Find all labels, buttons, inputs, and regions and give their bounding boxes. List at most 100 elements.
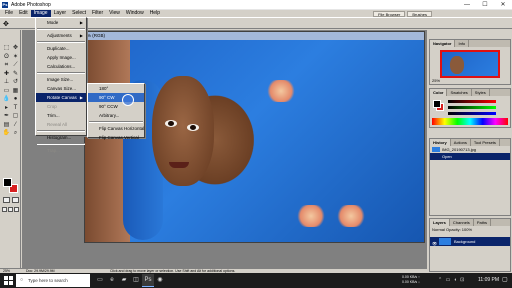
- menu-file[interactable]: File: [2, 10, 16, 17]
- system-tray-icons[interactable]: ⌃ ▭ ◖ ⊡: [438, 277, 465, 283]
- pen-tool-icon[interactable]: ✒: [2, 112, 11, 121]
- menu-item-label: Calculations...: [47, 64, 76, 69]
- document-title: % (RGB): [85, 32, 424, 40]
- layer-blend-opacity[interactable]: Normal Opacity: 100%: [430, 226, 510, 234]
- menu-select[interactable]: Select: [69, 10, 89, 17]
- eye-icon[interactable]: 👁: [432, 239, 437, 248]
- menu-item-label: 180°: [99, 86, 109, 91]
- eyedropper-tool-icon[interactable]: ⁄: [11, 121, 20, 130]
- tab-history[interactable]: History: [430, 139, 451, 146]
- tab-info[interactable]: Info: [455, 40, 470, 47]
- navigator-thumbnail[interactable]: [440, 50, 500, 78]
- tab-swatches[interactable]: Swatches: [447, 89, 472, 96]
- blur-tool-icon[interactable]: 💧: [2, 95, 11, 104]
- marquee-tool-icon[interactable]: ⬚: [2, 44, 11, 53]
- foreground-color-swatch[interactable]: [3, 178, 12, 187]
- store-icon[interactable]: ◫: [130, 274, 142, 287]
- tab-color[interactable]: Color: [430, 89, 448, 96]
- tab-styles[interactable]: Styles: [472, 89, 490, 96]
- menu-layer[interactable]: Layer: [51, 10, 70, 17]
- menu-item-mode[interactable]: Mode ▶: [36, 18, 86, 27]
- tab-layers[interactable]: Layers: [430, 219, 450, 226]
- red-slider[interactable]: [448, 100, 496, 103]
- maximize-button[interactable]: ☐: [476, 0, 494, 10]
- tab-actions[interactable]: Actions: [451, 139, 471, 146]
- close-button[interactable]: ✕: [494, 0, 512, 10]
- color-ramp[interactable]: [432, 118, 508, 125]
- menu-item-flip-canvas-horizontal[interactable]: Flip Canvas Horizontal: [88, 124, 144, 133]
- submenu-arrow-icon: ▶: [79, 33, 83, 38]
- tab-paths[interactable]: Paths: [474, 219, 492, 226]
- navigator-zoom[interactable]: 25%: [432, 78, 440, 83]
- chrome-icon[interactable]: ◉: [154, 274, 166, 287]
- move-tool-icon[interactable]: ✥: [11, 44, 20, 53]
- menu-item-calculations[interactable]: Calculations...: [36, 62, 86, 71]
- menu-item-adjustments[interactable]: Adjustments ▶: [36, 31, 86, 40]
- file-explorer-icon[interactable]: ▰: [118, 274, 130, 287]
- menu-item-flip-canvas-vertical[interactable]: Flip Canvas Vertical: [88, 133, 144, 142]
- menu-item-90-cw[interactable]: 90° CW: [88, 93, 144, 102]
- clone-stamp-icon[interactable]: ⊥: [2, 78, 11, 87]
- standard-mode-button[interactable]: [3, 197, 10, 203]
- layer-row-background[interactable]: 👁 Background: [430, 237, 510, 246]
- palettes-column: Navigator Info 25% Color Swatches Styles…: [428, 30, 512, 272]
- edge-browser-icon[interactable]: e: [106, 274, 118, 287]
- task-view-icon[interactable]: ▭: [94, 274, 106, 287]
- eraser-tool-icon[interactable]: ▭: [2, 87, 11, 96]
- brush-tool-icon[interactable]: ✎: [11, 70, 20, 79]
- type-tool-icon[interactable]: T: [11, 104, 20, 113]
- menu-filter[interactable]: Filter: [89, 10, 106, 17]
- menu-item-180[interactable]: 180°: [88, 84, 144, 93]
- notes-tool-icon[interactable]: ▤: [2, 121, 11, 130]
- magic-wand-tool-icon[interactable]: ✶: [11, 53, 20, 62]
- move-tool-icon[interactable]: ✥: [3, 20, 9, 28]
- menu-item-image-size[interactable]: Image Size...: [36, 75, 86, 84]
- menu-item-trim[interactable]: Trim...: [36, 111, 86, 120]
- taskbar-search-input[interactable]: Type here to search: [16, 274, 90, 287]
- minimize-button[interactable]: —: [458, 0, 476, 10]
- menu-item-90-ccw[interactable]: 90° CCW: [88, 102, 144, 111]
- slice-tool-icon[interactable]: ⟋: [11, 61, 20, 70]
- dodge-tool-icon[interactable]: ●: [11, 95, 20, 104]
- lasso-tool-icon[interactable]: ʘ: [2, 53, 11, 62]
- zoom-tool-icon[interactable]: ⌕: [11, 129, 20, 138]
- menu-help[interactable]: Help: [147, 10, 163, 17]
- history-snapshot[interactable]: IMG_20190713.jpg: [430, 146, 510, 153]
- window-title: Adobe Photoshop: [11, 2, 51, 8]
- menu-item-histogram[interactable]: Histogram...: [36, 133, 86, 142]
- menu-item-arbitrary[interactable]: Arbitrary...: [88, 111, 144, 120]
- menu-item-rotate-canvas[interactable]: Rotate Canvas ▶: [36, 93, 86, 102]
- palette-tab-brushes[interactable]: Brushes: [407, 10, 432, 17]
- menu-item-apply-image[interactable]: Apply Image...: [36, 53, 86, 62]
- menu-edit[interactable]: Edit: [16, 10, 31, 17]
- palette-tab-file-browser[interactable]: File Browser: [373, 10, 406, 17]
- windows-start-icon[interactable]: [4, 276, 13, 285]
- menu-item-duplicate[interactable]: Duplicate...: [36, 44, 86, 53]
- history-brush-icon[interactable]: ↺: [11, 78, 20, 87]
- screen-mode-full-menu[interactable]: [8, 207, 13, 212]
- screen-mode-standard[interactable]: [2, 207, 7, 212]
- color-fg-swatch[interactable]: [433, 100, 441, 108]
- blue-slider[interactable]: [448, 112, 496, 115]
- tab-channels[interactable]: Channels: [450, 219, 474, 226]
- gradient-tool-icon[interactable]: ▦: [11, 87, 20, 96]
- photoshop-taskbar-icon[interactable]: Ps: [142, 274, 154, 287]
- menu-item-label: Crop: [47, 104, 57, 109]
- shape-tool-icon[interactable]: ▢: [11, 112, 20, 121]
- menu-item-canvas-size[interactable]: Canvas Size...: [36, 84, 86, 93]
- tab-navigator[interactable]: Navigator: [430, 40, 456, 47]
- path-select-icon[interactable]: ▸: [2, 104, 11, 113]
- menu-view[interactable]: View: [106, 10, 123, 17]
- notification-icon[interactable]: ▢: [502, 276, 510, 285]
- crop-tool-icon[interactable]: ⌗: [2, 61, 11, 70]
- tab-tool-presets[interactable]: Tool Presets: [471, 139, 500, 146]
- quick-mask-button[interactable]: [12, 197, 19, 203]
- green-slider[interactable]: [448, 106, 496, 109]
- taskbar-clock[interactable]: 11:09 PM: [478, 277, 499, 283]
- hand-tool-icon[interactable]: ✋: [2, 129, 11, 138]
- screen-mode-full[interactable]: [14, 207, 19, 212]
- menu-image[interactable]: Image: [30, 10, 51, 17]
- healing-brush-icon[interactable]: ✚: [2, 70, 11, 79]
- history-state-open[interactable]: Open: [430, 153, 510, 160]
- menu-window[interactable]: Window: [123, 10, 147, 17]
